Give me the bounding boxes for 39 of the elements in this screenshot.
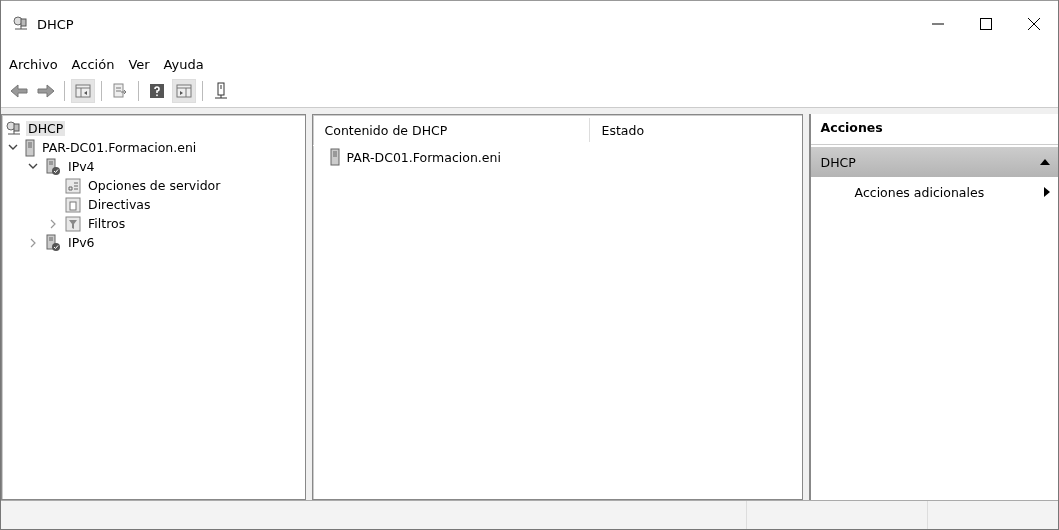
column-header[interactable]: Estado [589, 118, 802, 142]
server-check-icon [44, 233, 62, 252]
tree-item[interactable]: Opciones de servidor [86, 178, 223, 193]
tree-item[interactable]: IPv6 [66, 235, 97, 250]
chevron-down-icon[interactable] [28, 163, 38, 170]
section-header[interactable]: DHCP [810, 147, 1058, 177]
chevron-right-icon[interactable] [49, 218, 57, 229]
menu-item[interactable]: Acción [71, 56, 115, 72]
help-icon [149, 83, 165, 99]
tree-item[interactable]: Filtros [86, 216, 128, 231]
collapse-triangle-icon[interactable] [1040, 159, 1050, 165]
pane-icon [75, 83, 91, 99]
export-list-icon [112, 83, 128, 99]
menu-item[interactable]: Ver [128, 56, 150, 72]
chevron-right-icon[interactable] [29, 237, 37, 248]
network-server-icon [6, 120, 22, 137]
app-icon [13, 16, 29, 32]
window-title: DHCP [37, 16, 75, 32]
document-icon [64, 195, 82, 214]
forward-arrow-icon [37, 84, 55, 98]
server-icon [24, 138, 36, 157]
menu-item[interactable]: Archivo [9, 56, 58, 72]
back-arrow-icon [10, 84, 28, 98]
column-header[interactable]: Contenido de DHCP [312, 118, 590, 142]
tree-item[interactable]: DHCP [26, 121, 66, 136]
action-link[interactable]: Acciones adicionales [854, 184, 985, 200]
menu-item[interactable]: Ayuda [163, 56, 204, 72]
server-icon [213, 82, 229, 100]
document-grid-icon [64, 176, 82, 195]
tree-item[interactable]: PAR-DC01.Formacion.eni [40, 140, 199, 155]
tree-item[interactable]: IPv4 [66, 159, 97, 174]
pane-header: Acciones [810, 114, 1058, 145]
pane-icon [176, 83, 192, 99]
chevron-down-icon[interactable] [8, 144, 18, 151]
funnel-icon [64, 214, 82, 233]
tree-item[interactable]: Directivas [86, 197, 153, 212]
server-check-icon [44, 157, 62, 176]
server-icon [328, 148, 341, 166]
list-item[interactable]: PAR-DC01.Formacion.eni [346, 149, 501, 165]
